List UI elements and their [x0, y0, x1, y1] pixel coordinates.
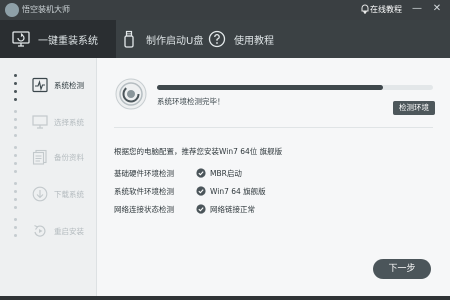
step-dot	[14, 218, 17, 221]
step-download-system: 下载系统	[32, 181, 94, 207]
step-dot	[14, 198, 17, 201]
download-icon	[32, 186, 48, 202]
tab-tutorial[interactable]: 使用教程	[206, 20, 298, 58]
app-logo-icon	[5, 3, 19, 17]
check-environment-button[interactable]: 检测环境	[393, 101, 435, 115]
step-label: 备份资料	[54, 152, 84, 162]
usb-drive-icon	[124, 30, 134, 48]
check-circle-icon	[196, 186, 206, 196]
online-tutorial-link[interactable]: 在线教程	[370, 4, 402, 15]
check-row-value: 网络链接正常	[210, 205, 255, 214]
step-label: 重启安装	[54, 226, 84, 236]
check-progress-bar	[157, 85, 433, 90]
divider	[114, 127, 433, 128]
check-circle-icon	[196, 204, 206, 214]
step-dot	[14, 190, 17, 193]
check-row-label: 系统软件环境检测	[114, 187, 174, 196]
tab-label: 使用教程	[234, 35, 274, 47]
step-dot	[14, 110, 17, 113]
pulse-monitor-icon	[32, 77, 48, 93]
step-dot	[14, 170, 17, 173]
step-label: 选择系统	[54, 117, 84, 127]
step-restart-install: 重启安装	[32, 218, 94, 244]
step-dot	[14, 82, 17, 85]
step-system-check: 系统检测	[32, 72, 94, 98]
bell-icon	[361, 4, 369, 14]
check-row-value: Win7 64 旗舰版	[210, 187, 266, 196]
check-row-label: 基础硬件环境检测	[114, 169, 174, 178]
check-row-network: 网络连接状态检测 网络链接正常	[114, 202, 433, 218]
step-dot	[14, 146, 17, 149]
step-dot	[14, 154, 17, 157]
status-message: 系统环境检测完毕！	[157, 97, 225, 106]
tab-label: 制作启动U盘	[146, 35, 204, 47]
minimize-button[interactable]: —	[410, 2, 424, 16]
step-select-system: 选择系统	[32, 109, 94, 135]
scan-spinner-icon	[115, 78, 147, 110]
step-dot	[14, 234, 17, 237]
restart-icon	[34, 225, 46, 237]
step-label: 下载系统	[54, 189, 84, 199]
step-label: 系统检测	[54, 80, 84, 90]
app-title: 悟空装机大师	[22, 5, 70, 14]
main-panel: 系统环境检测完毕！ 检测环境 根据您的电脑配置，推荐您安装Win7 64位 旗舰…	[97, 58, 450, 300]
progress-fill	[157, 85, 384, 90]
check-row-label: 网络连接状态检测	[114, 205, 174, 214]
title-bar: 悟空装机大师 在线教程 — ✕	[0, 0, 450, 20]
monitor-refresh-icon	[12, 31, 30, 47]
step-sidebar: 系统检测 选择系统 备份资料 下载系统 重启安装	[0, 58, 97, 300]
window-bottom-edge	[0, 296, 450, 300]
step-dot	[14, 126, 17, 129]
step-dot	[14, 206, 17, 209]
next-button[interactable]: 下一步	[373, 259, 431, 279]
monitor-icon	[32, 115, 48, 129]
step-dot	[14, 98, 17, 101]
tab-one-click-reinstall[interactable]: 一键重装系统	[0, 20, 116, 58]
recommendation-text: 根据您的电脑配置，推荐您安装Win7 64位 旗舰版	[114, 147, 283, 156]
check-circle-icon	[196, 168, 206, 178]
check-row-value: MBR启动	[210, 169, 242, 178]
step-dot	[14, 226, 17, 229]
step-backup-data: 备份资料	[32, 144, 94, 170]
step-dot	[14, 162, 17, 165]
step-dot	[14, 74, 17, 77]
help-circle-icon	[208, 30, 226, 48]
close-button[interactable]: ✕	[430, 2, 444, 16]
step-dot	[14, 182, 17, 185]
check-row-software: 系统软件环境检测 Win7 64 旗舰版	[114, 184, 433, 200]
step-dot	[14, 90, 17, 93]
main-toolbar: 一键重装系统 制作启动U盘 使用教程	[0, 20, 450, 58]
step-dot	[14, 118, 17, 121]
step-dot	[14, 134, 17, 137]
app-window: 悟空装机大师 在线教程 — ✕ 一键重装系统 制作启动U盘 使用教程 系统检测 …	[0, 0, 450, 300]
check-row-hardware: 基础硬件环境检测 MBR启动	[114, 166, 433, 182]
documents-icon	[32, 149, 47, 165]
tab-label: 一键重装系统	[38, 35, 98, 47]
